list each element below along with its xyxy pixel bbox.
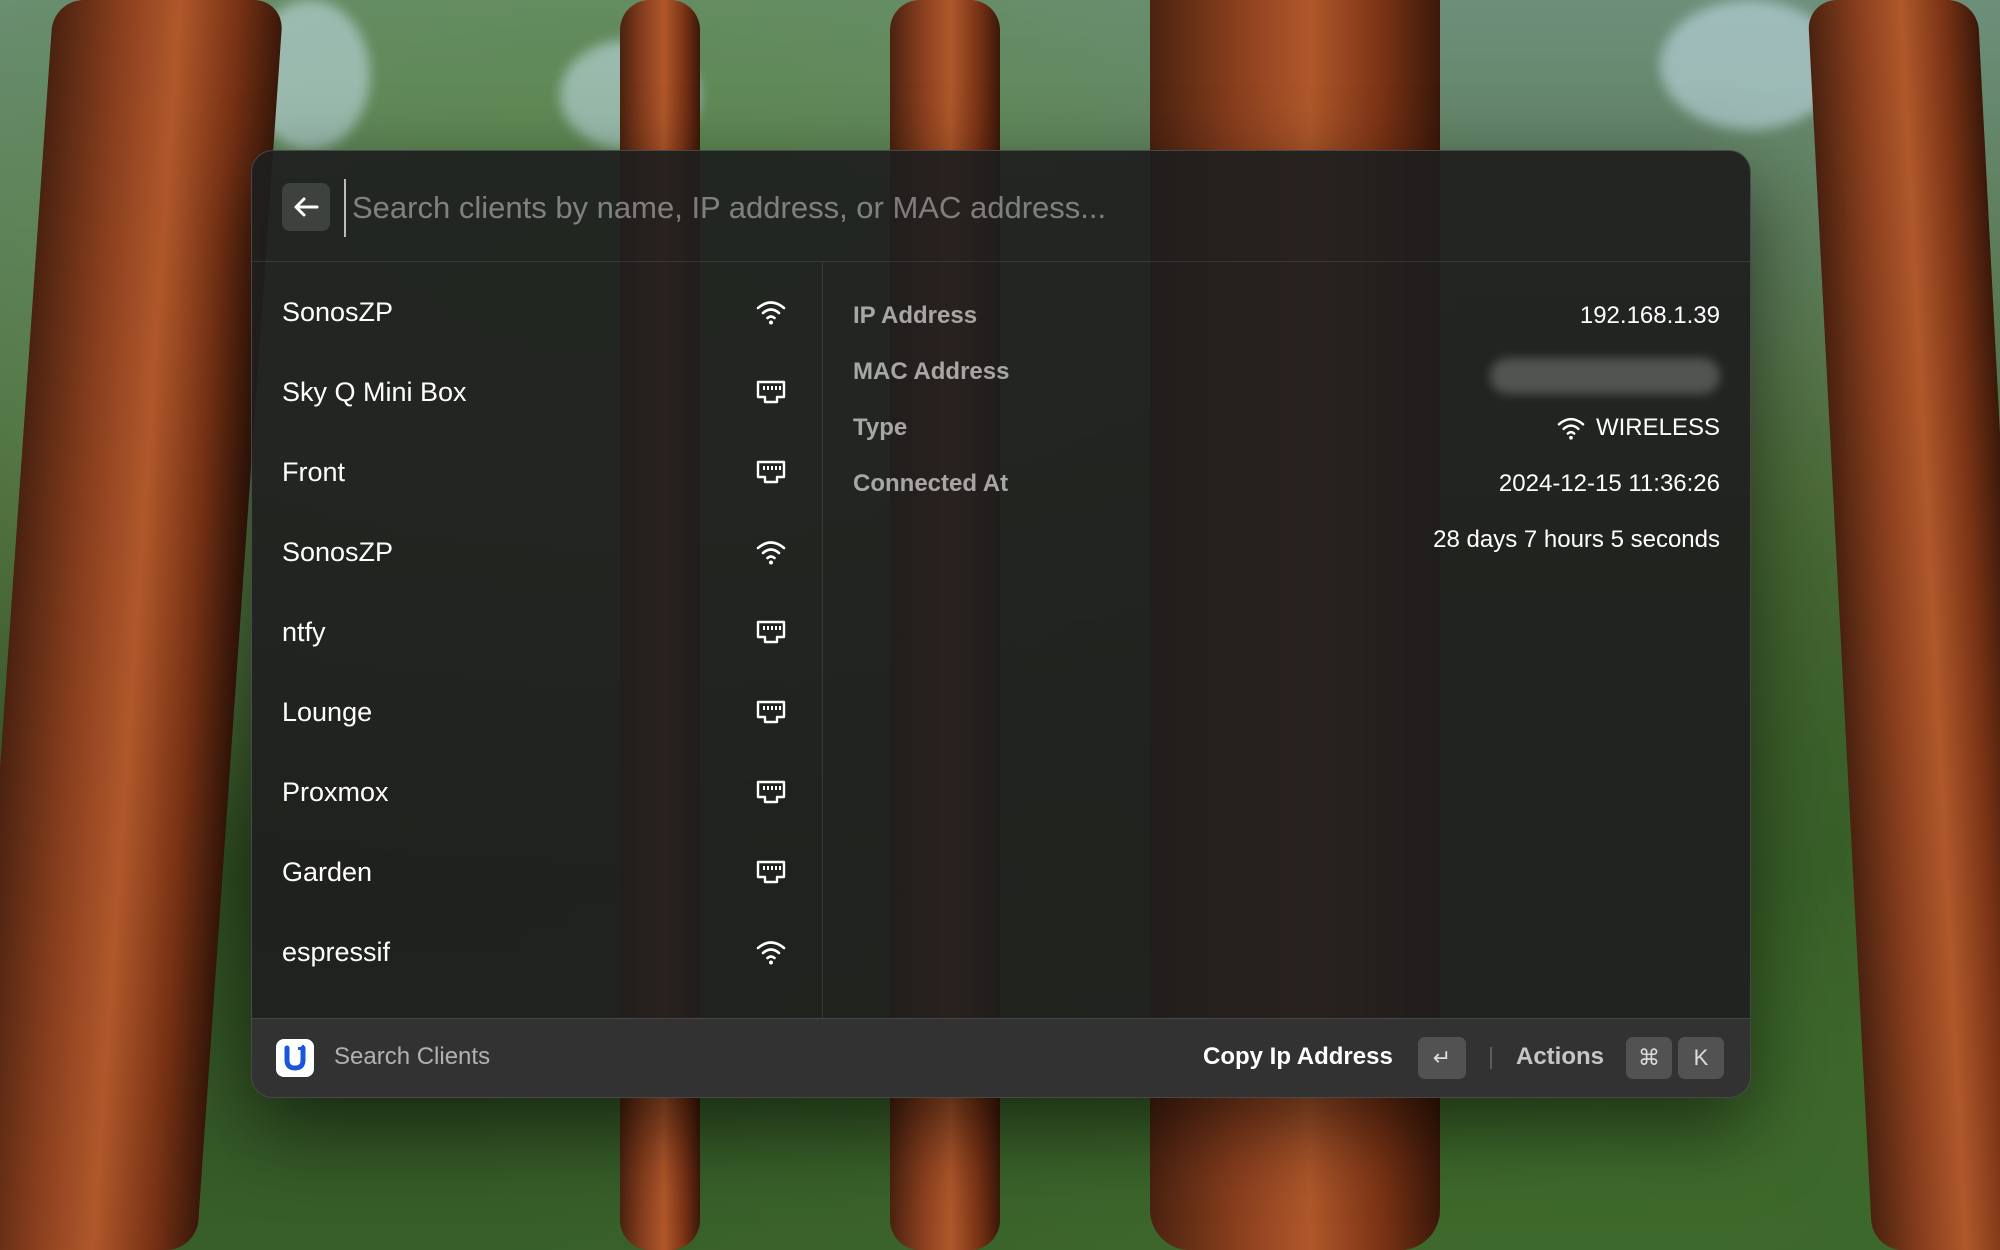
actions-button[interactable]: Actions (1516, 1043, 1604, 1071)
uptime-value: 28 days 7 hours 5 seconds (1433, 526, 1720, 553)
enter-key-hint: ↵ (1418, 1037, 1466, 1079)
connected-at-row: Connected At 2024-12-15 11:36:26 (853, 470, 1720, 510)
ethernet-icon (756, 700, 786, 724)
list-item[interactable]: Sky Q Mini Box (264, 356, 810, 428)
list-item[interactable]: Front (264, 436, 810, 508)
client-name: SonosZP (282, 296, 394, 327)
wifi-icon (756, 301, 786, 325)
ip-address-value: 192.168.1.39 (1579, 302, 1720, 329)
uptime-row: 28 days 7 hours 5 seconds (853, 526, 1720, 566)
client-detail-panel: IP Address 192.168.1.39 MAC Address Type… (823, 262, 1750, 1097)
search-input[interactable] (344, 179, 1714, 237)
extension-title: Search Clients (334, 1043, 491, 1070)
client-name: SonosZP (282, 536, 394, 567)
divider (1490, 1047, 1492, 1069)
connected-at-value: 2024-12-15 11:36:26 (1498, 470, 1720, 497)
ethernet-icon (756, 780, 786, 804)
mac-address-label: MAC Address (853, 358, 1010, 385)
ethernet-icon (756, 380, 786, 404)
client-name: Sky Q Mini Box (282, 376, 467, 407)
wifi-icon (1557, 417, 1585, 440)
client-name: Proxmox (282, 776, 389, 807)
ethernet-icon (756, 860, 786, 884)
list-item[interactable]: espressif (264, 916, 810, 988)
ethernet-icon (756, 460, 786, 484)
type-row: Type WIRELESS (853, 414, 1720, 454)
ip-address-row: IP Address 192.168.1.39 (853, 302, 1720, 342)
back-button[interactable] (282, 183, 330, 231)
ethernet-icon (756, 620, 786, 644)
client-name: ntfy (282, 616, 326, 647)
cmd-key-hint: ⌘ (1626, 1037, 1672, 1079)
ip-address-label: IP Address (853, 302, 978, 329)
client-list: SonosZP Sky Q Mini Box Front SonosZP ntf… (252, 262, 823, 1097)
k-key-hint: K (1678, 1037, 1724, 1079)
type-text: WIRELESS (1595, 414, 1720, 441)
client-name: Garden (282, 856, 373, 887)
copy-ip-address-button[interactable]: Copy Ip Address (1203, 1043, 1393, 1071)
connected-at-label: Connected At (853, 470, 1009, 497)
list-item[interactable]: SonosZP (264, 276, 810, 348)
mac-address-row: MAC Address (853, 358, 1720, 398)
raycast-window: SonosZP Sky Q Mini Box Front SonosZP (251, 150, 1751, 1098)
mac-address-value-redacted (1490, 358, 1720, 394)
list-item[interactable]: Garden (264, 836, 810, 908)
list-item[interactable]: ntfy (264, 596, 810, 668)
search-header (252, 151, 1750, 262)
wifi-icon (756, 541, 786, 565)
list-item[interactable]: Lounge (264, 676, 810, 748)
wifi-icon (756, 941, 786, 965)
action-bar: Search Clients Copy Ip Address ↵ Actions… (252, 1018, 1750, 1097)
client-name: Front (282, 456, 346, 487)
client-name: Lounge (282, 696, 373, 727)
type-value: WIRELESS (1556, 414, 1720, 442)
type-label: Type (853, 414, 908, 441)
list-item[interactable]: Proxmox (264, 756, 810, 828)
list-item[interactable]: SonosZP (264, 516, 810, 588)
client-name: espressif (282, 936, 391, 967)
unifi-logo-icon (276, 1039, 314, 1077)
arrow-left-icon (294, 197, 319, 217)
